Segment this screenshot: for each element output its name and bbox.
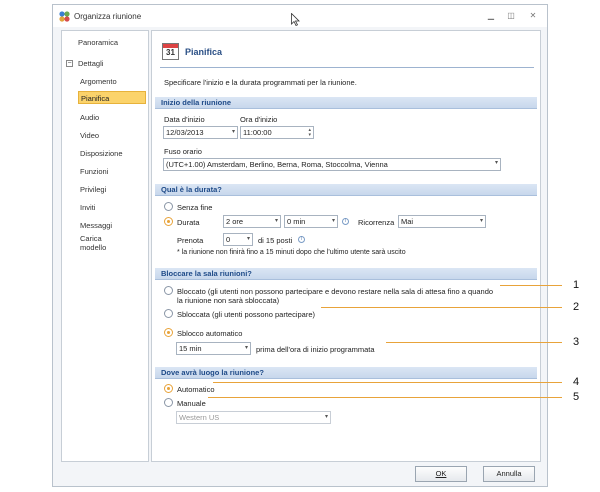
window-title: Organizza riunione [74, 12, 142, 21]
sidebar-item-funzioni[interactable]: Funzioni [80, 167, 108, 176]
minimize-button[interactable]: ▁ [485, 10, 497, 22]
sidebar-nav: Panoramica − Dettagli Argomento Pianific… [61, 30, 149, 462]
timezone-label: Fuso orario [164, 147, 202, 156]
sidebar-item-inviti[interactable]: Inviti [80, 203, 95, 212]
callout-line [213, 382, 562, 383]
booking-label: Prenota [177, 236, 204, 245]
callout-line [386, 342, 562, 343]
recurrence-label: Ricorrenza [358, 218, 395, 227]
page-description: Specificare l'inizio e la durata program… [164, 78, 357, 87]
spinner-arrows-icon: ▴ ▾ [308, 127, 311, 138]
auto-unlock-radio[interactable] [164, 328, 173, 337]
chevron-down-icon: ▾ [479, 218, 483, 224]
start-date-label: Data d'inizio [164, 115, 205, 124]
automatic-radio[interactable] [164, 384, 173, 393]
booking-suffix: di 15 posti [258, 236, 293, 245]
chevron-down-icon: ▾ [324, 414, 328, 420]
locked-radio[interactable] [164, 286, 173, 295]
callout-number: 1 [573, 279, 580, 291]
unlocked-label: Sbloccata (gli utenti possono partecipar… [177, 310, 315, 319]
ok-button[interactable]: OK [415, 466, 467, 482]
chevron-down-icon: ▾ [231, 129, 235, 135]
sidebar-item-carica-modello[interactable]: Carica modello [80, 234, 106, 252]
calendar-icon: 31 [162, 43, 179, 60]
no-end-radio[interactable] [164, 202, 173, 211]
callout-number: 5 [573, 391, 580, 403]
callout-number: 3 [573, 336, 580, 348]
manual-location-value: Western US [179, 413, 220, 422]
auto-unlock-select[interactable]: 15 min ▾ [176, 342, 251, 355]
sidebar-item-disposizione[interactable]: Disposizione [80, 149, 123, 158]
auto-unlock-suffix: prima dell'ora di inizio programmata [256, 345, 375, 354]
manual-location-select[interactable]: Western US ▾ [176, 411, 331, 424]
start-date-value: 12/03/2013 [166, 128, 204, 137]
cancel-label: Annulla [496, 469, 522, 478]
callout-line [208, 397, 562, 398]
manual-label: Manuale [177, 399, 206, 408]
chevron-down-icon: ▾ [274, 218, 278, 224]
ok-label: OK [435, 469, 447, 478]
minutes-value: 0 min [287, 217, 306, 226]
chevron-down-icon: ▾ [495, 160, 499, 166]
page-title: Pianifica [185, 47, 223, 57]
start-time-label: Ora d'inizio [240, 115, 278, 124]
timezone-select[interactable]: (UTC+1.00) Amsterdam, Berlino, Berna, Ro… [163, 158, 501, 171]
sidebar-item-video[interactable]: Video [80, 131, 99, 140]
cancel-button[interactable]: Annulla [483, 466, 535, 482]
booking-select[interactable]: 0 ▾ [223, 233, 253, 246]
auto-unlock-value: 15 min [179, 344, 202, 353]
timezone-value: (UTC+1.00) Amsterdam, Berlino, Berna, Ro… [166, 160, 388, 169]
sidebar-item-panoramica[interactable]: Panoramica [78, 38, 118, 47]
recurrence-value: Mai [401, 217, 414, 226]
unlocked-radio[interactable] [164, 309, 173, 318]
footer-bar [53, 464, 547, 486]
duration-note: * la riunione non finirà fino a 15 minut… [177, 249, 406, 256]
locked-label-cont: la riunione non sarà sbloccata) [177, 296, 280, 305]
chevron-down-icon: ▾ [331, 218, 335, 224]
sidebar-item-audio[interactable]: Audio [80, 113, 99, 122]
section-header-start: Inizio della riunione [155, 97, 537, 109]
section-header-lock: Bloccare la sala riunioni? [155, 268, 537, 280]
app-icon [59, 11, 70, 22]
automatic-label: Automatico [177, 385, 215, 394]
start-time-spinner[interactable]: 11:00:00 ▴ ▾ [240, 126, 314, 139]
callout-number: 2 [573, 301, 580, 313]
locked-label: Bloccato (gli utenti non possono parteci… [177, 287, 494, 296]
cursor-icon [291, 13, 300, 26]
sidebar-item-privilegi[interactable]: Privilegi [80, 185, 106, 194]
sidebar-item-pianifica[interactable]: Pianifica [78, 91, 146, 104]
dialog-window: Organizza riunione ▁ ◫ ✕ Panoramica − De… [52, 4, 548, 487]
maximize-button[interactable]: ◫ [505, 10, 517, 22]
callout-number: 4 [573, 376, 580, 388]
sidebar-item-messaggi[interactable]: Messaggi [80, 221, 112, 230]
recurrence-select[interactable]: Mai ▾ [398, 215, 486, 228]
duration-radio[interactable] [164, 217, 173, 226]
hours-value: 2 ore [226, 217, 244, 226]
close-button[interactable]: ✕ [527, 10, 539, 22]
no-end-label: Senza fine [177, 203, 213, 212]
callout-line [500, 285, 562, 286]
duration-minutes-select[interactable]: 0 min ▾ [284, 215, 338, 228]
duration-hours-select[interactable]: 2 ore ▾ [223, 215, 281, 228]
sidebar-item-label: Pianifica [81, 94, 110, 103]
sidebar-item-dettagli[interactable]: Dettagli [78, 59, 103, 68]
chevron-down-icon: ▾ [244, 345, 248, 351]
section-header-location: Dove avrà luogo la riunione? [155, 367, 537, 379]
booking-value: 0 [226, 235, 231, 244]
title-bar: Organizza riunione ▁ ◫ ✕ [53, 5, 547, 27]
callout-line [321, 307, 562, 308]
info-icon[interactable]: i [298, 236, 305, 243]
manual-radio[interactable] [164, 398, 173, 407]
duration-label: Durata [177, 218, 200, 227]
collapse-icon[interactable]: − [66, 60, 73, 67]
sidebar-item-argomento[interactable]: Argomento [80, 77, 117, 86]
header-divider [160, 67, 534, 68]
section-header-duration: Qual è la durata? [155, 184, 537, 196]
chevron-down-icon: ▾ [246, 236, 250, 242]
info-icon[interactable]: i [342, 218, 349, 225]
auto-unlock-label: Sblocco automatico [177, 329, 243, 338]
start-time-value: 11:00:00 [243, 128, 272, 137]
start-date-picker[interactable]: 12/03/2013 ▾ [163, 126, 238, 139]
